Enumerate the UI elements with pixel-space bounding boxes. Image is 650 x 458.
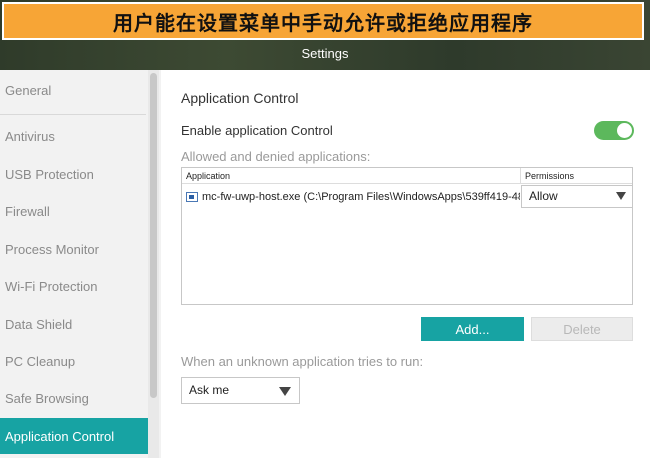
sidebar-item-label: Data Shield: [5, 316, 73, 332]
allowed-denied-label: Allowed and denied applications:: [181, 149, 371, 164]
unknown-application-dropdown-value: Ask me: [189, 383, 230, 397]
page-title: Application Control: [181, 90, 299, 106]
sidebar-item-label: General: [5, 82, 52, 98]
caption-banner: 用户能在设置菜单中手动允许或拒绝应用程序: [2, 2, 644, 40]
sidebar-item-safe-browsing[interactable]: Safe Browsing: [0, 380, 148, 416]
window-title: Settings: [301, 46, 349, 61]
permission-dropdown-value: Allow: [529, 189, 558, 203]
add-button[interactable]: Add...: [421, 317, 524, 341]
sidebar-scrollbar-thumb[interactable]: [150, 73, 157, 398]
sidebar-item-wifi-protection[interactable]: Wi-Fi Protection: [0, 268, 148, 304]
delete-button[interactable]: Delete: [531, 317, 633, 341]
sidebar-item-application-control[interactable]: Application Control: [0, 418, 148, 454]
app-window-icon: [186, 192, 198, 202]
app-window-icon-inner: [189, 195, 194, 199]
enable-application-control-toggle[interactable]: [594, 121, 634, 140]
sidebar-item-general[interactable]: General: [0, 72, 148, 108]
toggle-knob: [617, 123, 632, 138]
applications-table: Application Permissions mc-fw-uwp-host.e…: [181, 167, 633, 305]
unknown-application-dropdown[interactable]: Ask me: [181, 377, 300, 404]
sidebar-item-label: Wi-Fi Protection: [5, 278, 98, 294]
sidebar-item-label: PC Cleanup: [5, 353, 76, 369]
sidebar-item-firewall[interactable]: Firewall: [0, 193, 148, 229]
enable-application-control-label: Enable application Control: [181, 123, 333, 138]
sidebar-item-label: Antivirus: [5, 128, 55, 144]
sidebar-item-usb-protection[interactable]: USB Protection: [0, 156, 148, 192]
sidebar-item-label: Safe Browsing: [5, 390, 89, 406]
permission-dropdown[interactable]: Allow: [521, 185, 633, 208]
sidebar-item-pc-cleanup[interactable]: PC Cleanup: [0, 343, 148, 379]
chevron-down-icon: [616, 192, 626, 200]
chevron-down-icon: [279, 387, 291, 396]
sidebar-item-label: Application Control: [5, 428, 115, 444]
unknown-application-label: When an unknown application tries to run…: [181, 354, 424, 369]
sidebar-item-label: Process Monitor: [5, 241, 99, 257]
table-row-application[interactable]: mc-fw-uwp-host.exe (C:\Program Files\Win…: [202, 190, 520, 204]
sidebar-item-data-shield[interactable]: Data Shield: [0, 306, 148, 342]
sidebar-item-antivirus[interactable]: Antivirus: [0, 118, 148, 154]
column-header-application[interactable]: Application: [182, 168, 520, 184]
sidebar-item-label: USB Protection: [5, 166, 94, 182]
sidebar-item-label: Firewall: [5, 203, 50, 219]
sidebar-divider: [0, 114, 146, 115]
sidebar-item-process-monitor[interactable]: Process Monitor: [0, 231, 148, 267]
caption-text: 用户能在设置菜单中手动允许或拒绝应用程序: [113, 10, 533, 35]
column-header-permissions[interactable]: Permissions: [520, 168, 632, 184]
